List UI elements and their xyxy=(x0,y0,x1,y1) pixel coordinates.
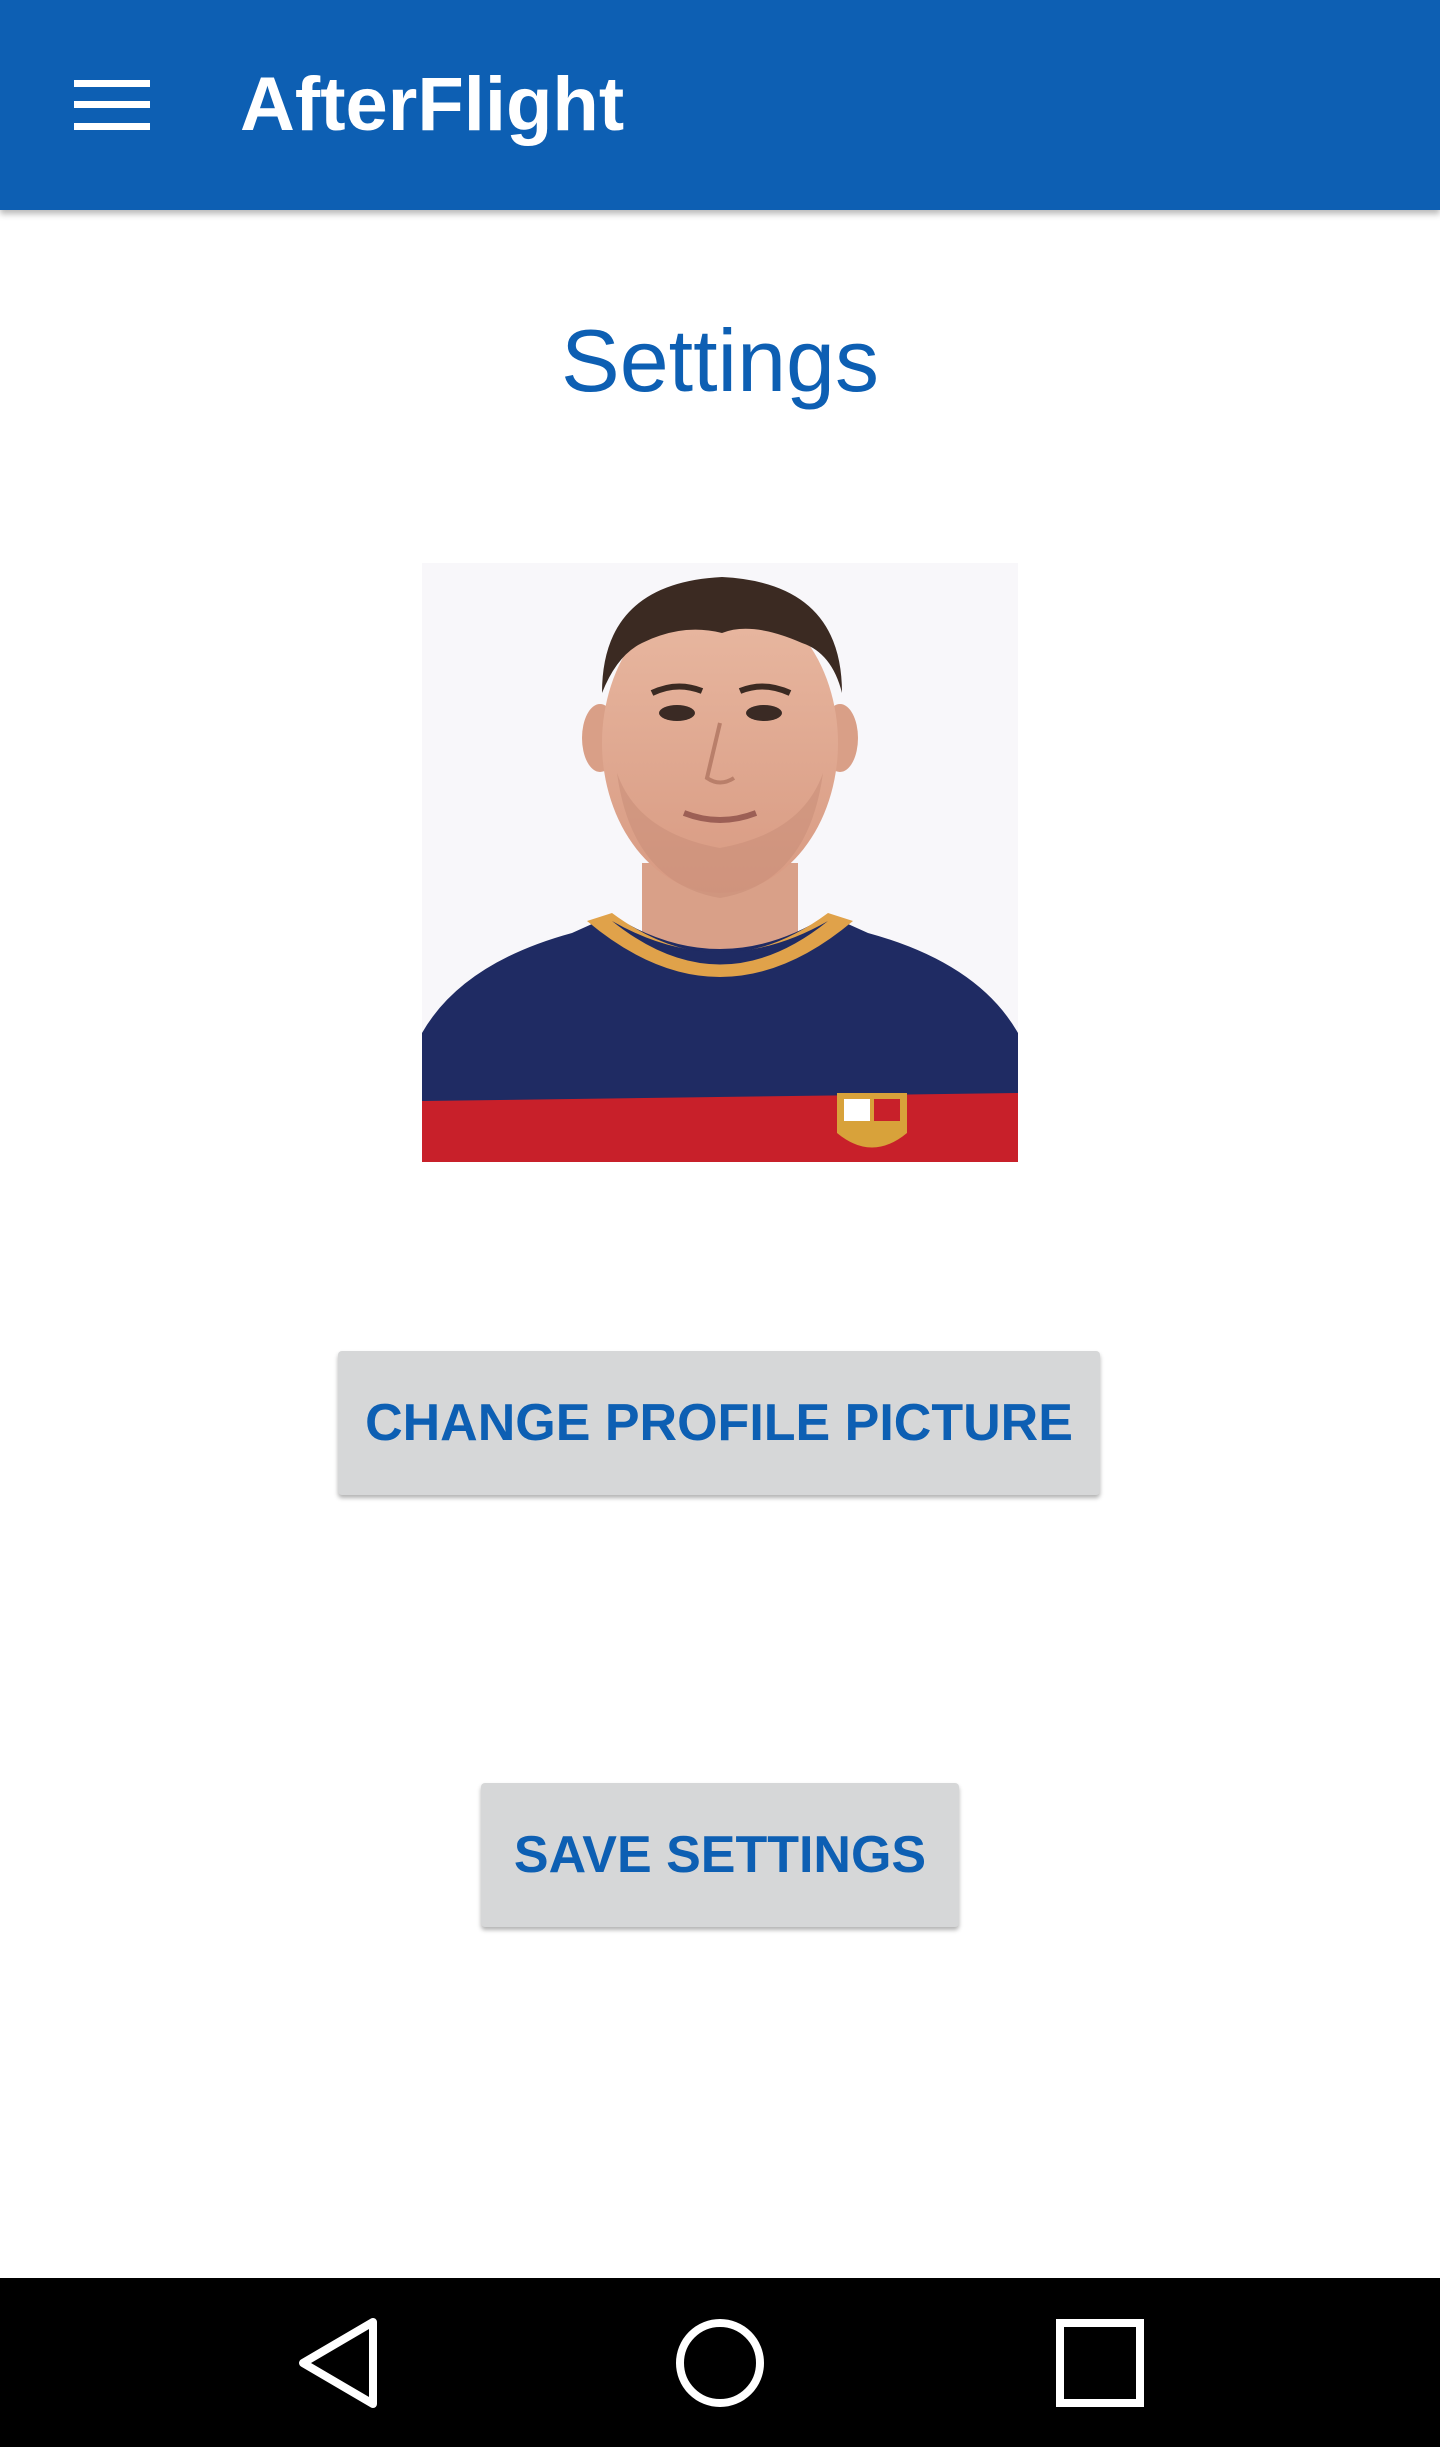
nav-back-button[interactable] xyxy=(240,2278,440,2447)
app-bar: AfterFlight xyxy=(0,0,1440,210)
recents-square-icon xyxy=(1056,2318,1144,2407)
profile-picture-image xyxy=(422,563,1018,1162)
app-title: AfterFlight xyxy=(240,62,625,147)
nav-recents-button[interactable] xyxy=(1000,2278,1200,2447)
page-title: Settings xyxy=(561,311,879,410)
profile-picture xyxy=(422,563,1018,1162)
settings-content: Settings CHANGE PROFILE PICTURE SAVE SET… xyxy=(0,210,1440,2278)
change-profile-picture-button[interactable]: CHANGE PROFILE PICTURE xyxy=(338,1351,1100,1495)
system-nav-bar xyxy=(0,2278,1440,2447)
home-circle-icon xyxy=(676,2318,764,2407)
hamburger-menu-icon xyxy=(74,80,150,130)
save-settings-button[interactable]: SAVE SETTINGS xyxy=(481,1783,959,1927)
nav-home-button[interactable] xyxy=(620,2278,820,2447)
back-triangle-icon xyxy=(299,2317,377,2408)
menu-button[interactable] xyxy=(52,50,172,160)
